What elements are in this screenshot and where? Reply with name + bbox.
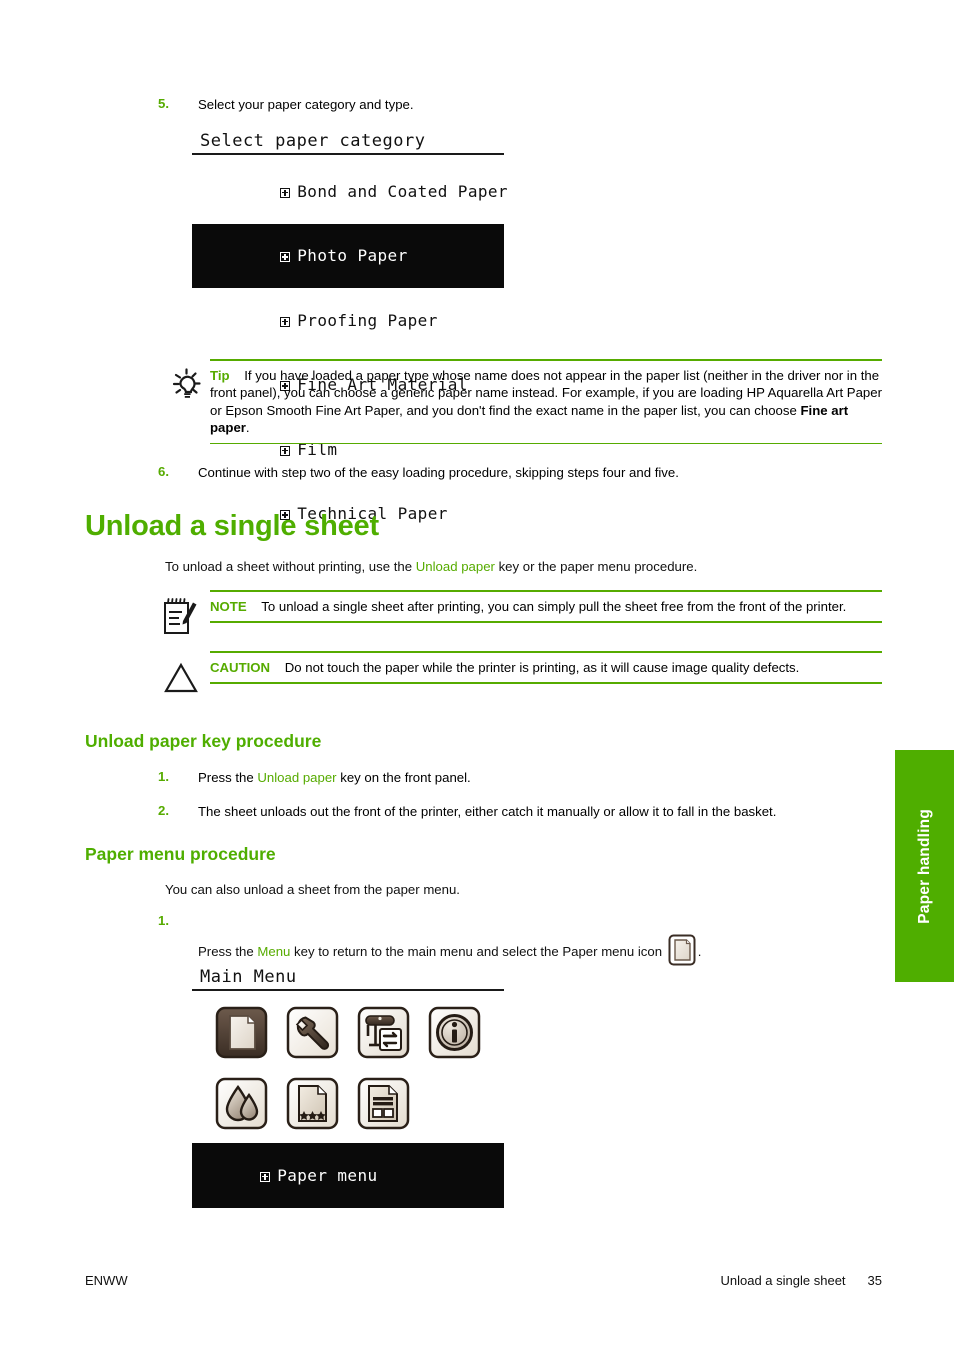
lightbulb-icon xyxy=(166,364,206,404)
side-tab-label: Paper handling xyxy=(915,808,933,924)
step-text-2: key on the front panel. xyxy=(336,770,471,785)
note-bottom-rule xyxy=(210,621,882,623)
lcd-row-proofing-paper[interactable]: Proofing Paper xyxy=(192,288,504,353)
footer-section-and-page: Unload a single sheet 35 xyxy=(721,1273,883,1288)
expand-plus-icon xyxy=(280,252,291,262)
note-text: NOTE To unload a single sheet after prin… xyxy=(210,598,846,616)
step-text: Continue with step two of the easy loadi… xyxy=(198,465,679,480)
unload-paper-key-link: Unload paper xyxy=(415,559,495,574)
lcd-row-label: Paper menu xyxy=(277,1165,378,1185)
tip-bottom-rule xyxy=(210,442,882,445)
paper-menu-icon[interactable] xyxy=(214,1005,269,1060)
expand-plus-icon xyxy=(260,1171,271,1182)
paper-menu-step-text-1: Press the xyxy=(198,944,258,959)
lcd-row-label: Proofing Paper xyxy=(297,310,438,330)
note-label: NOTE xyxy=(210,598,247,614)
intro-text-1: To unload a sheet without printing, use … xyxy=(165,559,416,574)
heading-paper-menu-procedure: Paper menu procedure xyxy=(85,844,276,864)
section-intro-paragraph: To unload a sheet without printing, use … xyxy=(165,558,885,576)
caution-admonition: CAUTION Do not touch the paper while the… xyxy=(210,651,882,684)
document-page: 5. Select your paper category and type. … xyxy=(0,0,954,1350)
footer-section-title: Unload a single sheet xyxy=(720,1273,846,1288)
internal-prints-icon[interactable] xyxy=(356,1076,411,1131)
note-pencil-icon xyxy=(160,596,200,638)
caution-bottom-rule xyxy=(210,682,882,684)
paper-menu-intro-paragraph: You can also unload a sheet from the pap… xyxy=(165,882,460,897)
expand-plus-icon xyxy=(280,445,291,456)
list-item-step-6: 6. Continue with step two of the easy lo… xyxy=(158,464,898,482)
step-text-1: Press the xyxy=(198,770,258,785)
tip-admonition: Tip If you have loaded a paper type whos… xyxy=(210,359,882,445)
caution-text: CAUTION Do not touch the paper while the… xyxy=(210,659,799,677)
setup-wrench-icon[interactable] xyxy=(285,1005,340,1060)
lcd-row-label: Photo Paper xyxy=(297,246,408,265)
intro-text-2: key or the paper menu procedure. xyxy=(494,559,698,574)
lcd-title: Main Menu xyxy=(200,967,297,987)
tip-text: Tip If you have loaded a paper type whos… xyxy=(210,367,882,437)
step-text: Press the Unload paper key on the front … xyxy=(198,769,471,787)
step-text: The sheet unloads out the front of the p… xyxy=(198,804,777,819)
lcd-row-photo-paper[interactable]: Photo Paper xyxy=(192,223,504,288)
warning-triangle-icon xyxy=(160,658,202,698)
paper-menu-step-number: 1. xyxy=(158,913,169,928)
footer-locale: ENWW xyxy=(85,1273,128,1288)
page-title: Unload a single sheet xyxy=(85,510,379,542)
unload-paper-key-link: Unload paper xyxy=(257,770,337,785)
tip-label: Tip xyxy=(210,367,230,383)
step-number: 2. xyxy=(158,803,169,818)
list-item-unload-key-2: 2. The sheet unloads out the front of th… xyxy=(158,803,898,821)
tip-body: If you have loaded a paper type whose na… xyxy=(210,367,882,418)
menu-key-link: Menu xyxy=(257,944,291,959)
job-management-icon[interactable] xyxy=(356,1005,411,1060)
step-number: 6. xyxy=(158,464,169,479)
lcd-row-list: Bond and Coated Paper Photo Paper Proofi… xyxy=(192,159,508,546)
step-number: 1. xyxy=(158,769,169,784)
paper-menu-step-text-3: . xyxy=(697,944,702,959)
lcd-row-paper-menu[interactable]: Paper menu xyxy=(192,1143,504,1208)
information-icon[interactable] xyxy=(427,1005,482,1060)
lcd-title: Select paper category xyxy=(200,131,426,151)
note-admonition: NOTE To unload a single sheet after prin… xyxy=(210,590,882,623)
lcd-title-divider xyxy=(192,989,504,991)
step-text: Select your paper category and type. xyxy=(198,97,414,112)
list-item-unload-key-1: 1. Press the Unload paper key on the fro… xyxy=(158,769,878,787)
list-item-step-5: 5. Select your paper category and type. xyxy=(158,96,878,114)
image-quality-icon[interactable] xyxy=(285,1076,340,1131)
note-body: To unload a single sheet after printing,… xyxy=(261,598,847,614)
lcd-main-menu: Main Menu Paper menu xyxy=(192,966,504,1208)
lcd-row-bond-and-coated-paper[interactable]: Bond and Coated Paper xyxy=(192,159,508,224)
heading-unload-paper-key-procedure: Unload paper key procedure xyxy=(85,731,322,751)
lcd-icon-grid xyxy=(192,995,504,1139)
step-number: 5. xyxy=(158,96,169,111)
side-tab-paper-handling: Paper handling xyxy=(895,750,954,982)
caution-body: Do not touch the paper while the printer… xyxy=(284,659,800,675)
expand-plus-icon xyxy=(280,316,291,327)
lcd-select-paper-category: Select paper category Bond and Coated Pa… xyxy=(192,130,508,546)
paper-menu-step-text: Press the Menu key to return to the main… xyxy=(198,933,898,967)
lcd-row-label: Bond and Coated Paper xyxy=(297,181,508,201)
ink-supplies-icon[interactable] xyxy=(214,1076,269,1131)
paper-menu-icon xyxy=(667,933,697,967)
tip-body-tail: . xyxy=(245,420,250,436)
paper-menu-step-text-2: key to return to the main menu and selec… xyxy=(290,944,666,959)
footer-page-number: 35 xyxy=(867,1273,882,1288)
lcd-title-divider xyxy=(192,153,504,155)
expand-plus-icon xyxy=(280,187,291,198)
caution-label: CAUTION xyxy=(210,659,271,675)
